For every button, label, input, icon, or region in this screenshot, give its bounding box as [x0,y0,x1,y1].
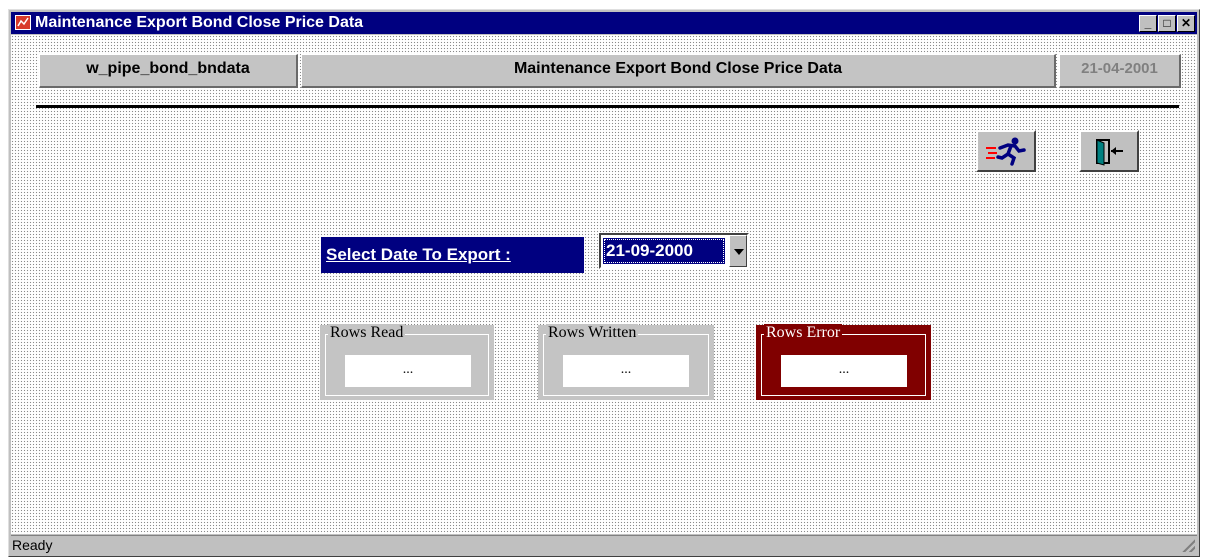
form-caption: Maintenance Export Bond Close Price Data [301,54,1056,88]
rows-error-value: ... [781,355,907,387]
app-chart-icon [15,15,31,30]
running-man-icon [986,137,1026,166]
title-bar[interactable]: Maintenance Export Bond Close Price Data… [11,12,1197,34]
rows-read-value: ... [345,355,471,387]
rows-read-group: Rows Read ... [320,324,494,400]
rows-written-group: Rows Written ... [538,324,714,400]
current-date: 21-04-2001 [1059,54,1181,88]
rows-written-value: ... [563,355,689,387]
export-date-value[interactable]: 21-09-2000 [603,238,725,264]
app-window: Maintenance Export Bond Close Price Data… [8,9,1200,557]
form-area: w_pipe_bond_bndata Maintenance Export Bo… [11,35,1197,534]
window-name-label: w_pipe_bond_bndata [39,54,298,88]
status-bar: Ready [11,535,1197,554]
rows-written-label: Rows Written [546,324,639,342]
select-date-label: Select Date To Export : [321,237,584,273]
header-divider [36,105,1179,108]
rows-read-label: Rows Read [328,324,406,342]
run-export-button[interactable] [976,130,1036,172]
maximize-button[interactable]: □ [1158,15,1176,32]
dropdown-arrow-icon[interactable] [729,235,747,267]
rows-error-group: Rows Error ... [756,324,931,400]
resize-grip-icon[interactable] [1181,538,1195,552]
exit-button[interactable] [1079,130,1139,172]
rows-error-label: Rows Error [764,324,843,342]
minimize-button[interactable]: _ [1139,15,1157,32]
window-title: Maintenance Export Bond Close Price Data [35,14,364,31]
status-text: Ready [12,537,53,553]
exit-door-icon [1096,139,1123,166]
close-button[interactable]: ✕ [1177,15,1195,32]
export-date-dropdown[interactable]: 21-09-2000 [599,233,749,269]
